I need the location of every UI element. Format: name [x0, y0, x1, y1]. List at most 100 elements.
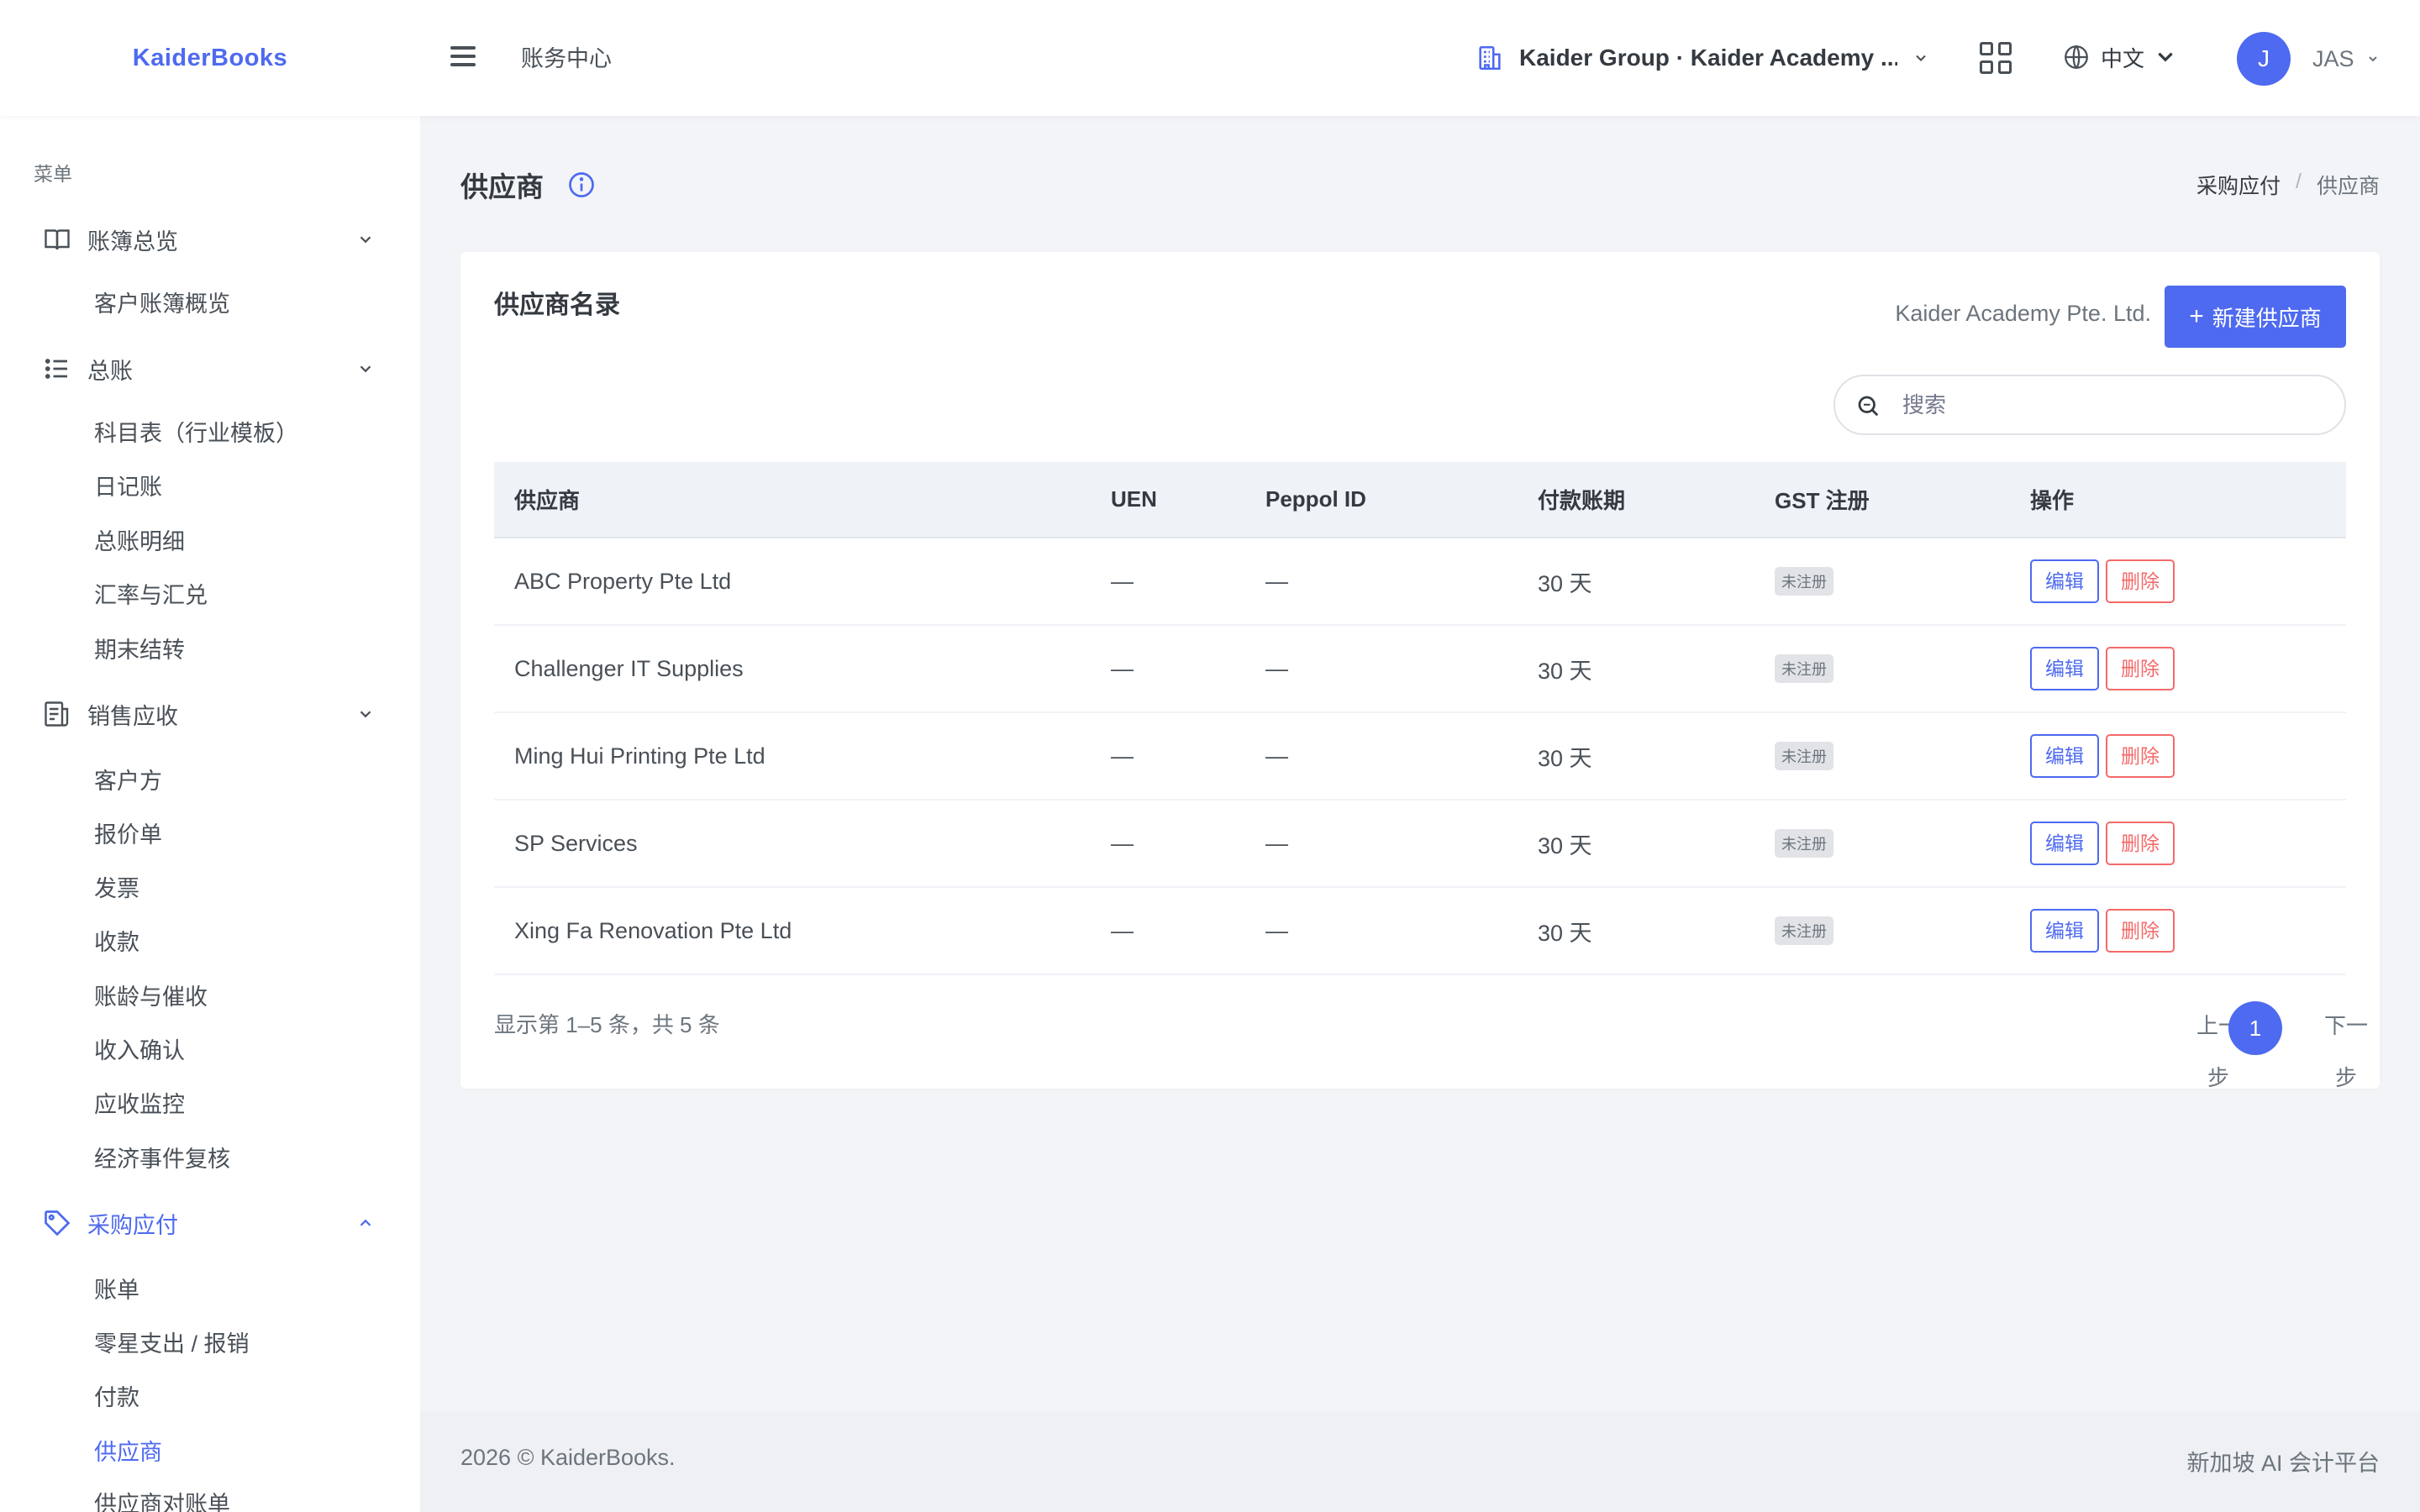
sidebar-item-event-review[interactable]: 经济事件复核 — [94, 1142, 230, 1176]
vendor-peppol: — — [1245, 800, 1518, 888]
book-icon — [45, 229, 70, 250]
actions-cell: 编辑 删除 — [2010, 538, 2346, 626]
sidebar-group-general-ledger[interactable]: 总账 — [0, 339, 420, 398]
new-vendor-button[interactable]: + 新建供应商 — [2165, 286, 2346, 348]
sidebar-item-bills[interactable]: 账单 — [94, 1273, 139, 1307]
sidebar-item-receipts[interactable]: 收款 — [94, 926, 139, 959]
sidebar-item-quotes[interactable]: 报价单 — [94, 818, 162, 852]
search-icon — [1858, 396, 1879, 417]
sidebar-item-ar-monitor[interactable]: 应收监控 — [94, 1088, 185, 1121]
edit-button[interactable]: 编辑 — [2030, 909, 2099, 953]
chevron-down-icon — [360, 711, 371, 718]
table-row: SP Services — — 30 天 未注册 编辑 删除 — [494, 800, 2346, 888]
column-header-peppol[interactable]: Peppol ID — [1245, 462, 1518, 538]
vendor-uen: — — [1091, 625, 1245, 713]
column-header-terms[interactable]: 付款账期 — [1518, 462, 1754, 538]
sidebar-item-vendor-statements[interactable]: 供应商对账单 — [94, 1488, 230, 1512]
vendor-uen: — — [1091, 712, 1245, 801]
sidebar-item-period-close[interactable]: 期末结转 — [94, 633, 185, 667]
plus-icon: + — [2189, 302, 2204, 330]
vendor-name: ABC Property Pte Ltd — [494, 538, 1091, 626]
card-title: 供应商名录 — [494, 291, 620, 319]
vendor-name: SP Services — [494, 800, 1091, 888]
apps-grid-icon[interactable] — [1980, 42, 2012, 74]
brand-logo[interactable]: KaiderBooks — [0, 0, 420, 116]
column-header-uen[interactable]: UEN — [1091, 462, 1245, 538]
pagination-summary: 显示第 1–5 条，共 5 条 — [494, 1012, 720, 1037]
globe-icon — [2065, 45, 2088, 70]
sidebar-item-customers[interactable]: 客户方 — [94, 764, 162, 798]
sidebar-item-revenue-recognition[interactable]: 收入确认 — [94, 1034, 185, 1068]
delete-button[interactable]: 删除 — [2106, 734, 2175, 778]
pager-page-current[interactable]: 1 — [2228, 1001, 2282, 1055]
chevron-down-icon — [2368, 56, 2377, 62]
sidebar-group-label: 账簿总览 — [87, 228, 178, 255]
sidebar-item-vendors[interactable]: 供应商 — [94, 1436, 162, 1469]
table-row: Ming Hui Printing Pte Ltd — — 30 天 未注册 编… — [494, 712, 2346, 801]
footer: 2026 © KaiderBooks. 新加坡 AI 会计平台 — [420, 1411, 2420, 1512]
vendor-directory-card: 供应商名录 Kaider Academy Pte. Ltd. + 新建供应商 供… — [460, 252, 2380, 1090]
pager-next-button[interactable]: 下一步 — [2321, 1000, 2371, 1104]
sidebar-group-sales-ar[interactable]: 销售应收 — [0, 685, 420, 743]
receipt-icon — [45, 701, 69, 727]
list-icon — [45, 359, 67, 379]
gst-status-badge: 未注册 — [1775, 654, 1833, 683]
vendor-terms: 30 天 — [1518, 538, 1754, 626]
sidebar-group-ledger-overview[interactable]: 账簿总览 — [0, 210, 420, 269]
search-input[interactable] — [1902, 386, 2323, 423]
company-label: Kaider Academy Pte. Ltd. — [1895, 301, 2151, 326]
sidebar-group-purchases-ap[interactable]: 采购应付 — [0, 1194, 420, 1252]
avatar: J — [2237, 32, 2291, 86]
topbar: KaiderBooks 账务中心 Kaider Group · Kaider A… — [0, 0, 2420, 116]
vendor-table: 供应商 UEN Peppol ID 付款账期 GST 注册 操作 ABC Pro… — [494, 462, 2346, 975]
user-menu[interactable]: J JAS — [2237, 32, 2380, 86]
vendor-peppol: — — [1245, 625, 1518, 713]
sidebar-item-journal[interactable]: 日记账 — [94, 470, 162, 504]
edit-button[interactable]: 编辑 — [2030, 559, 2099, 603]
page-title: 供应商 — [460, 171, 544, 202]
sidebar-group-label: 总账 — [87, 358, 133, 384]
actions-cell: 编辑 删除 — [2010, 712, 2346, 801]
gst-cell: 未注册 — [1754, 712, 2010, 801]
sidebar-item-invoices[interactable]: 发票 — [94, 872, 139, 906]
gst-status-badge: 未注册 — [1775, 916, 1833, 945]
gst-status-badge: 未注册 — [1775, 742, 1833, 770]
table-header-row: 供应商 UEN Peppol ID 付款账期 GST 注册 操作 — [494, 462, 2346, 538]
gst-cell: 未注册 — [1754, 887, 2010, 975]
sidebar-item-client-ledger-overview[interactable]: 客户账簿概览 — [94, 287, 230, 321]
breadcrumb-item[interactable]: 采购应付 — [2196, 170, 2281, 200]
edit-button[interactable]: 编辑 — [2030, 647, 2099, 690]
sidebar-group-label: 销售应收 — [87, 703, 178, 729]
column-header-gst[interactable]: GST 注册 — [1754, 462, 2010, 538]
footer-tagline: 新加坡 AI 会计平台 — [2186, 1451, 2380, 1476]
actions-cell: 编辑 删除 — [2010, 625, 2346, 713]
vendor-uen: — — [1091, 538, 1245, 626]
user-name: JAS — [2312, 45, 2354, 71]
sidebar: 菜单 账簿总览 客户账簿概览 总账 科目表（行业模板） 日记账 总账明细 汇率与… — [0, 116, 420, 1512]
top-title: 账务中心 — [521, 46, 612, 71]
vendor-peppol: — — [1245, 887, 1518, 975]
menu-toggle-icon[interactable] — [449, 42, 477, 71]
sidebar-item-gl-detail[interactable]: 总账明细 — [94, 525, 185, 559]
delete-button[interactable]: 删除 — [2106, 909, 2175, 953]
chevron-down-icon — [360, 236, 371, 244]
column-header-vendor[interactable]: 供应商 — [494, 462, 1091, 538]
building-icon — [1479, 45, 1501, 71]
info-icon[interactable] — [566, 170, 597, 200]
edit-button[interactable]: 编辑 — [2030, 822, 2099, 865]
sidebar-item-chart-of-accounts[interactable]: 科目表（行业模板） — [94, 417, 298, 450]
language-label: 中文 — [2101, 45, 2145, 71]
delete-button[interactable]: 删除 — [2106, 559, 2175, 603]
company-switcher[interactable]: Kaider Group · Kaider Academy ... — [1476, 34, 1929, 82]
sidebar-item-fx[interactable]: 汇率与汇兑 — [94, 579, 208, 612]
edit-button[interactable]: 编辑 — [2030, 734, 2099, 778]
new-vendor-label: 新建供应商 — [2212, 305, 2322, 331]
language-switcher[interactable]: 中文 — [2062, 40, 2176, 74]
delete-button[interactable]: 删除 — [2106, 647, 2175, 690]
actions-cell: 编辑 删除 — [2010, 887, 2346, 975]
sidebar-item-aging[interactable]: 账龄与催收 — [94, 980, 208, 1014]
sidebar-item-payments[interactable]: 付款 — [94, 1381, 139, 1415]
delete-button[interactable]: 删除 — [2106, 822, 2175, 865]
chevron-down-icon — [1916, 55, 1926, 61]
sidebar-item-expenses[interactable]: 零星支出 / 报销 — [94, 1327, 250, 1361]
